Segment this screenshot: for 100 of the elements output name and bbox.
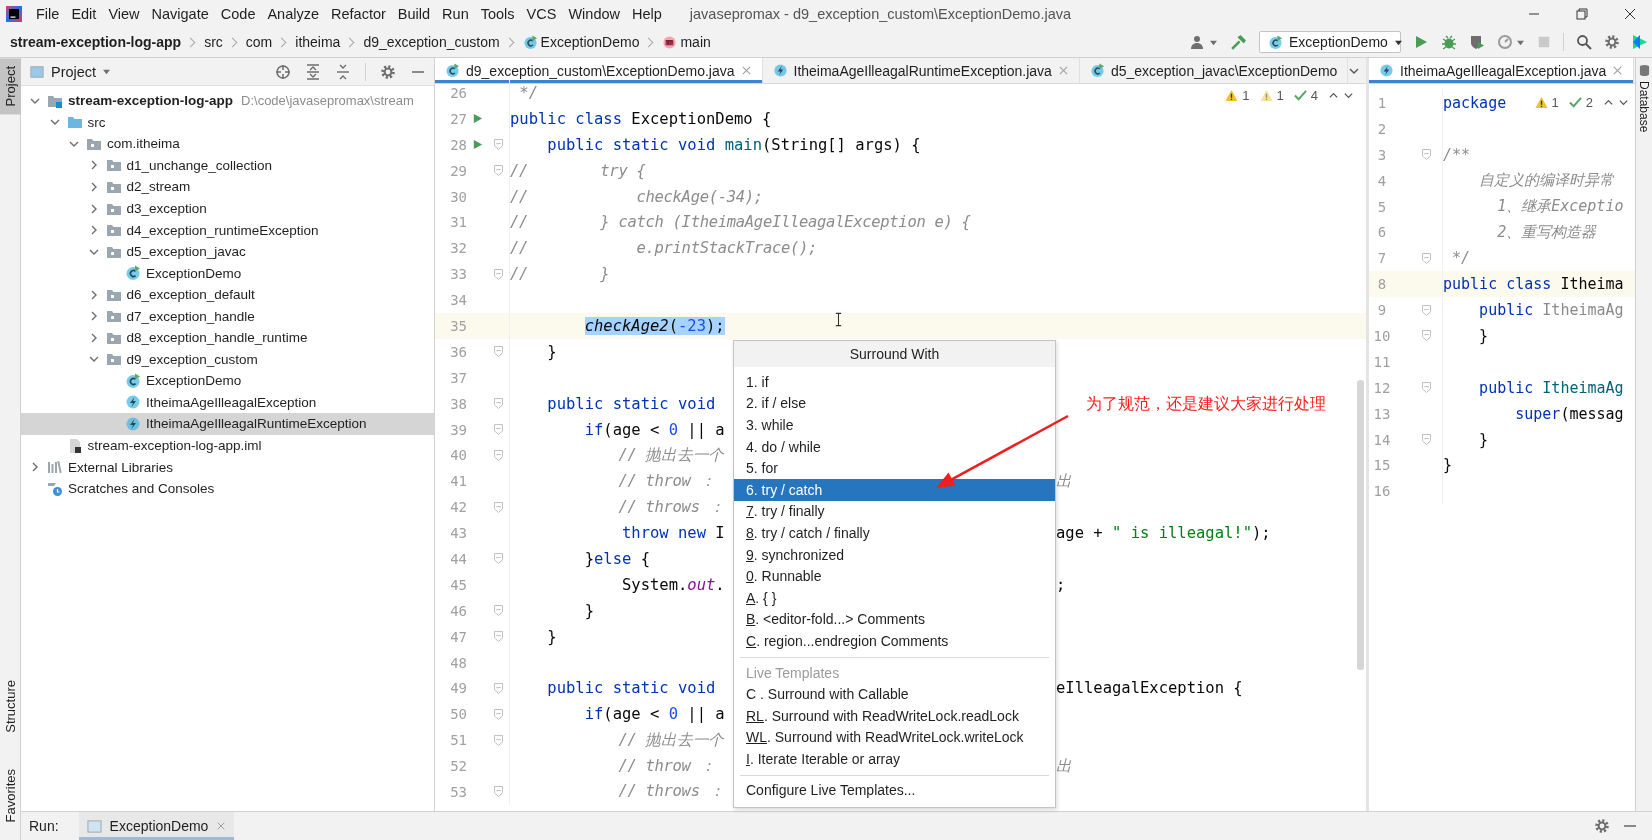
menu-item[interactable]: 6. try / catch [734,478,1055,501]
menu-item[interactable]: 1. if [734,371,1055,393]
tree-item[interactable]: d5_exception_javac [21,240,434,263]
gauge-icon[interactable] [1497,34,1513,50]
warning-icon[interactable] [1534,96,1548,109]
fold-icon[interactable] [1422,434,1431,445]
breadcrumb-item[interactable]: itheima [295,34,341,50]
shield-icon[interactable] [1469,34,1485,50]
tree-item[interactable]: Scratches and Consoles [21,477,434,500]
fold-icon[interactable] [494,165,503,177]
breadcrumb-item[interactable]: com [245,34,273,50]
tree-item[interactable]: src [21,111,434,134]
tree-item[interactable]: ExceptionDemo [21,262,434,284]
chevron-up-icon[interactable] [1603,97,1614,108]
database-icon[interactable] [1638,64,1650,77]
menu-item[interactable]: I. Iterate Iterable or array [734,748,1055,770]
menu-item[interactable]: View [102,2,146,25]
breadcrumb-item[interactable]: src [204,34,223,50]
tree-item[interactable]: stream-exception-log-app D:\code\javasepromax\stream [21,90,434,112]
caret-icon[interactable] [1516,38,1525,46]
fold-icon[interactable] [494,605,503,617]
check-icon[interactable] [1293,89,1307,102]
close-icon[interactable] [1624,7,1636,20]
menu-item[interactable]: 7. try / finally [734,500,1055,523]
fold-icon[interactable] [494,398,503,410]
tree-item[interactable]: ItheimaAgeIlleagalException [21,391,434,414]
fold-icon[interactable] [1422,149,1431,161]
fold-icon[interactable] [494,424,503,435]
editor-tab[interactable]: ItheimaAgeIlleagalException.java [1369,58,1635,83]
fold-icon[interactable] [1422,382,1431,394]
plugin-logo-icon[interactable] [1632,34,1648,50]
tree-item[interactable]: External Libraries [21,456,434,478]
tool-window-tab[interactable]: Favorites [0,760,21,830]
fold-icon[interactable] [494,501,503,513]
menu-item[interactable]: 0. Runnable [734,565,1055,587]
menu-item[interactable]: A. { } [734,586,1055,609]
menu-item[interactable]: Navigate [145,2,215,25]
breadcrumb-item[interactable]: ExceptionDemo [540,34,640,50]
tool-window-tab[interactable]: Project [0,58,21,115]
menu-item[interactable]: 3. while [734,414,1055,436]
hammer-icon[interactable] [1230,33,1247,51]
tree-item[interactable]: d2_stream [21,176,434,198]
run-icon[interactable] [472,139,483,151]
settings-icon[interactable] [1604,34,1620,50]
fold-icon[interactable] [494,553,503,565]
menu-item[interactable]: RL. Surround with ReadWriteLock.readLock [734,704,1055,727]
crosshair-icon[interactable] [275,63,291,80]
bug-icon[interactable] [1441,34,1457,50]
fold-icon[interactable] [494,631,503,643]
person-icon[interactable] [1190,34,1206,50]
tool-window-tab[interactable]: Database [1637,81,1651,133]
fold-icon[interactable] [494,786,503,798]
tree-item[interactable]: d7_exception_handle [21,305,434,327]
menu-item[interactable]: Run [436,2,475,25]
fold-icon[interactable] [1422,252,1431,264]
menu-item[interactable]: Tools [474,2,521,25]
run-configuration-dropdown[interactable]: ExceptionDemo [1259,31,1401,53]
search-icon[interactable] [1576,34,1592,50]
menu-item[interactable]: Configure Live Templates... [734,779,1055,802]
fold-icon[interactable] [1422,330,1431,342]
scrollbar-thumb[interactable] [1357,380,1364,670]
fold-icon[interactable] [494,449,503,461]
warning-icon[interactable] [1225,89,1239,102]
fold-icon[interactable] [494,346,503,358]
fold-icon[interactable] [1422,304,1431,316]
menu-item[interactable]: 2. if / else [734,392,1055,415]
run-icon[interactable] [1413,34,1429,50]
tree-item[interactable]: stream-exception-log-app.iml [21,434,434,457]
menu-item[interactable]: Refactor [325,2,392,25]
settings-icon[interactable] [1594,818,1610,834]
caret-icon[interactable] [102,68,112,75]
fold-icon[interactable] [494,734,503,746]
caret-icon[interactable] [1209,38,1218,46]
tree-item[interactable]: ExceptionDemo [21,370,434,392]
menu-item[interactable]: C . Surround with Callable [734,683,1055,705]
menu-item[interactable]: Code [214,2,262,25]
tree-item[interactable]: d6_exception_default [21,283,434,306]
menu-item[interactable]: File [30,2,66,25]
menu-item[interactable]: 4. do / while [734,435,1055,458]
menu-item[interactable]: B. <editor-fold...> Comments [734,608,1055,631]
fold-icon[interactable] [494,268,503,280]
chevron-up-icon[interactable] [1328,90,1339,101]
tree-item[interactable]: d3_exception [21,197,434,220]
fold-icon[interactable] [494,708,503,720]
run-icon[interactable] [472,113,483,125]
tree-item[interactable]: ItheimaAgeIlleagalRuntimeException [21,413,434,435]
menu-item[interactable]: Build [391,2,437,25]
tree-item[interactable]: com.itheima [21,133,434,155]
fold-icon[interactable] [494,682,503,694]
run-tab[interactable]: ExceptionDemo [78,812,235,840]
expand-all-icon[interactable] [305,63,321,80]
tree-item[interactable]: d8_exception_handle_runtime [21,327,434,349]
breadcrumb-item[interactable]: main [680,34,711,50]
editor-tab[interactable]: d5_exception_javac\ExceptionDemo [1079,58,1349,83]
menu-item[interactable]: 5. for [734,457,1055,479]
menu-item[interactable]: VCS [520,2,563,25]
menu-item[interactable]: 9. synchronized [734,543,1055,566]
breadcrumb-item[interactable]: d9_exception_custom [363,34,500,50]
chevron-down-icon[interactable] [1343,90,1354,101]
collapse-all-icon[interactable] [335,63,351,80]
